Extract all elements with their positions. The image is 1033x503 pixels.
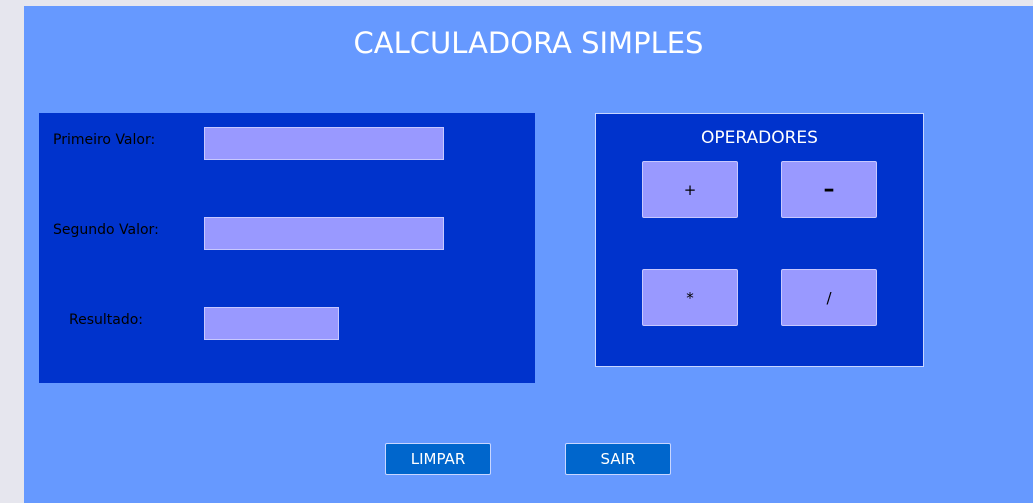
second-value-label: Segundo Valor: [53,222,159,238]
result-label: Resultado: [69,312,144,328]
add-button[interactable]: + [642,161,738,218]
operators-panel: OPERADORES + – * / [595,113,924,367]
operators-title: OPERADORES [701,128,818,148]
first-value-label: Primeiro Valor: [53,132,156,148]
exit-button[interactable]: SAIR [565,443,671,475]
calculator-window: CALCULADORA SIMPLES Primeiro Valor: Segu… [24,6,1033,503]
page-title: CALCULADORA SIMPLES [353,26,704,60]
multiply-button[interactable]: * [642,269,738,326]
inputs-panel: Primeiro Valor: Segundo Valor: Resultado… [39,113,535,383]
result-field[interactable] [204,307,339,340]
first-value-field[interactable] [204,127,444,160]
clear-button[interactable]: LIMPAR [385,443,491,475]
second-value-field[interactable] [204,217,444,250]
divide-button[interactable]: / [781,269,877,326]
subtract-button[interactable]: – [781,161,877,218]
